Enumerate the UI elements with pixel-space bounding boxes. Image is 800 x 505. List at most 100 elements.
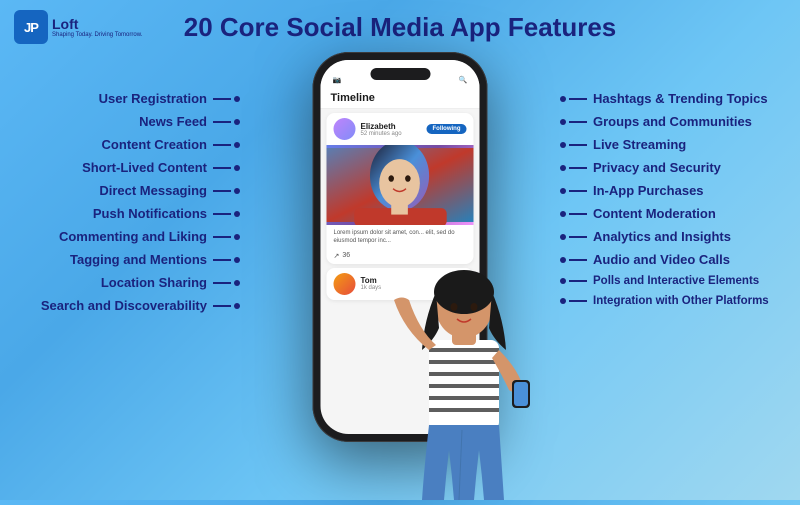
connector-3	[213, 142, 240, 148]
page-title: 20 Core Social Media App Features	[0, 12, 800, 43]
dot	[560, 278, 566, 284]
line	[213, 282, 231, 284]
post-meta-2: Tom 1k days	[361, 276, 382, 291]
post-time-1: 52 minutes ago	[361, 131, 402, 137]
connector-r7	[560, 234, 587, 240]
feature-right-1: Hashtags & Trending Topics	[552, 88, 800, 109]
status-camera-icon: 📷	[333, 76, 342, 84]
phone-post-1: Elizabeth 52 minutes ago Following	[327, 113, 474, 264]
line	[213, 98, 231, 100]
connector-r9	[560, 278, 587, 284]
dot	[234, 165, 240, 171]
dot	[234, 211, 240, 217]
connector-r8	[560, 257, 587, 263]
feature-left-5: Direct Messaging	[0, 180, 248, 201]
post-meta-1: Elizabeth 52 minutes ago	[361, 122, 402, 137]
feature-right-8: Audio and Video Calls	[552, 249, 800, 270]
dot	[560, 142, 566, 148]
line	[569, 167, 587, 169]
connector-4	[213, 165, 240, 171]
feature-left-6: Push Notifications	[0, 203, 248, 224]
connector-10	[213, 303, 240, 309]
line	[213, 190, 231, 192]
dot	[234, 280, 240, 286]
line	[213, 259, 231, 261]
feature-left-8: Tagging and Mentions	[0, 249, 248, 270]
phone-outer: 📷 🔍 Timeline Elizabeth 52 minutes ago	[313, 52, 488, 442]
post-likes-1: ↗ 36	[327, 250, 474, 264]
phone-screen: 📷 🔍 Timeline Elizabeth 52 minutes ago	[321, 60, 480, 434]
connector-r2	[560, 119, 587, 125]
feature-right-6: Content Moderation	[552, 203, 800, 224]
dot	[560, 165, 566, 171]
phone-notch	[370, 68, 430, 80]
dot	[234, 142, 240, 148]
feature-left-2: News Feed	[0, 111, 248, 132]
line	[213, 167, 231, 169]
post-avatar-2	[334, 273, 356, 295]
post-avatar-1	[334, 118, 356, 140]
feature-left-4: Short-Lived Content	[0, 157, 248, 178]
connector-9	[213, 280, 240, 286]
post-user-info-1: Elizabeth 52 minutes ago	[334, 118, 402, 140]
line	[569, 144, 587, 146]
post-username-1: Elizabeth	[361, 122, 402, 131]
line	[569, 98, 587, 100]
feature-right-3: Live Streaming	[552, 134, 800, 155]
feature-left-7: Commenting and Liking	[0, 226, 248, 247]
line	[213, 121, 231, 123]
line	[569, 236, 587, 238]
feature-left-9: Location Sharing	[0, 272, 248, 293]
line	[569, 213, 587, 215]
phone-post-2: Tom 1k days	[327, 268, 474, 300]
feature-left-3: Content Creation	[0, 134, 248, 155]
feature-right-7: Analytics and Insights	[552, 226, 800, 247]
line	[213, 213, 231, 215]
dot	[234, 96, 240, 102]
dot	[234, 119, 240, 125]
connector-7	[213, 234, 240, 240]
post-user-info-2: Tom 1k days	[334, 273, 467, 295]
dot	[234, 188, 240, 194]
phone-header: Timeline	[321, 88, 480, 109]
dot	[234, 234, 240, 240]
feature-left-10: Search and Discoverability	[0, 295, 248, 316]
post-image-svg	[327, 145, 474, 225]
post-image-1	[327, 145, 474, 225]
left-features-list: User Registration News Feed Content Crea…	[0, 88, 248, 316]
dot	[234, 257, 240, 263]
connector-r5	[560, 188, 587, 194]
post-time-2: 1k days	[361, 285, 382, 291]
dot	[560, 257, 566, 263]
dot	[560, 96, 566, 102]
feature-right-5: In-App Purchases	[552, 180, 800, 201]
connector-r3	[560, 142, 587, 148]
dot	[560, 188, 566, 194]
line	[213, 236, 231, 238]
connector-r4	[560, 165, 587, 171]
feature-right-10: Integration with Other Platforms	[552, 292, 800, 310]
right-features-list: Hashtags & Trending Topics Groups and Co…	[552, 88, 800, 310]
feature-left-1: User Registration	[0, 88, 248, 109]
connector-6	[213, 211, 240, 217]
dot	[560, 298, 566, 304]
dot	[560, 119, 566, 125]
feature-right-9: Polls and Interactive Elements	[552, 272, 800, 290]
dot	[234, 303, 240, 309]
line	[569, 121, 587, 123]
line	[213, 144, 231, 146]
connector-r6	[560, 211, 587, 217]
line	[569, 259, 587, 261]
status-search-icon: 🔍	[459, 76, 468, 84]
share-icon: ↗	[334, 252, 340, 260]
connector-2	[213, 119, 240, 125]
post-caption-1: Lorem ipsum dolor sit amet, con... elit,…	[327, 225, 474, 250]
line	[569, 280, 587, 282]
follow-button[interactable]: Following	[427, 124, 467, 134]
feature-right-2: Groups and Communities	[552, 111, 800, 132]
line	[213, 305, 231, 307]
post-header-1: Elizabeth 52 minutes ago Following	[327, 113, 474, 145]
connector-5	[213, 188, 240, 194]
feature-right-4: Privacy and Security	[552, 157, 800, 178]
connector-r1	[560, 96, 587, 102]
